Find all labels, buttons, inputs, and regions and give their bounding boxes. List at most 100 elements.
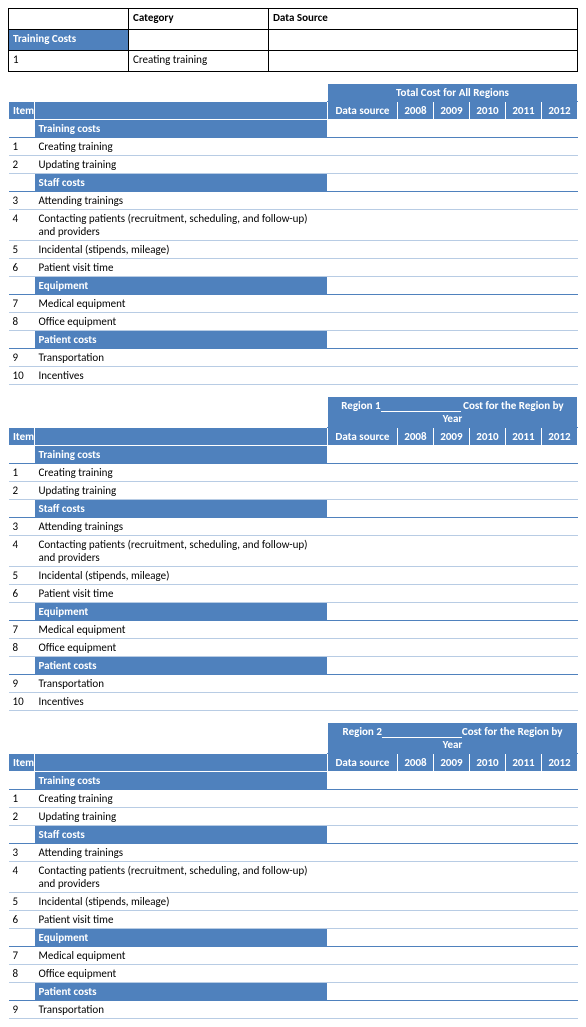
row-ds-cell — [327, 138, 397, 156]
data-row: 2 Updating training — [9, 808, 578, 826]
year-cell — [505, 1001, 541, 1019]
section-header-patient: Patient costs — [9, 657, 578, 675]
row-number: 5 — [9, 567, 35, 585]
row-desc: Incidental (stipends, mileage) — [35, 241, 328, 259]
year-cell — [505, 862, 541, 893]
data-row: 10 Incentives — [9, 367, 578, 385]
row-number: 3 — [9, 192, 35, 210]
year-cell — [433, 1001, 469, 1019]
row-desc: Attending trainings — [35, 192, 328, 210]
row-number: 4 — [9, 536, 35, 567]
col-year: 2010 — [469, 102, 505, 120]
def-row-cat: Creating training — [129, 51, 269, 72]
row-desc: Updating training — [35, 156, 328, 174]
row-number: 10 — [9, 367, 35, 385]
row-ds-cell — [327, 911, 397, 929]
year-cell — [433, 911, 469, 929]
row-number: 2 — [9, 156, 35, 174]
row-number: 9 — [9, 349, 35, 367]
year-cell — [541, 259, 577, 277]
year-cell — [397, 862, 433, 893]
row-ds-cell — [327, 192, 397, 210]
year-cell — [397, 567, 433, 585]
year-cell — [505, 156, 541, 174]
col-year: 2009 — [433, 102, 469, 120]
year-cell — [397, 639, 433, 657]
column-header-row: Item Data source 20082009201020112012 — [9, 102, 578, 120]
col-data-source: Data source — [327, 428, 397, 446]
year-cell — [469, 1001, 505, 1019]
col-year: 2012 — [541, 754, 577, 772]
year-cell — [541, 192, 577, 210]
year-cell — [541, 844, 577, 862]
row-number: 7 — [9, 295, 35, 313]
col-year: 2008 — [397, 754, 433, 772]
row-desc: Patient visit time — [35, 911, 328, 929]
year-cell — [433, 621, 469, 639]
year-cell — [433, 367, 469, 385]
data-row: 4 Contacting patients (recruitment, sche… — [9, 862, 578, 893]
block-super-header: Total Cost for All Regions — [9, 84, 578, 102]
data-row: 3 Attending trainings — [9, 518, 578, 536]
year-cell — [541, 893, 577, 911]
data-row: 4 Contacting patients (recruitment, sche… — [9, 536, 578, 567]
col-desc-blank — [35, 102, 328, 120]
year-cell — [505, 911, 541, 929]
col-year: 2010 — [469, 754, 505, 772]
data-row: 5 Incidental (stipends, mileage) — [9, 893, 578, 911]
row-ds-cell — [327, 693, 397, 711]
year-cell — [469, 790, 505, 808]
row-desc: Creating training — [35, 138, 328, 156]
year-cell — [505, 349, 541, 367]
year-cell — [433, 585, 469, 603]
year-cell — [505, 790, 541, 808]
row-desc: Office equipment — [35, 965, 328, 983]
year-cell — [541, 947, 577, 965]
year-cell — [505, 893, 541, 911]
year-cell — [541, 210, 577, 241]
row-desc: Attending trainings — [35, 844, 328, 862]
year-cell — [397, 518, 433, 536]
year-cell — [469, 567, 505, 585]
section-header-staff: Staff costs — [9, 826, 578, 844]
data-row: 2 Updating training — [9, 482, 578, 500]
row-ds-cell — [327, 295, 397, 313]
year-cell — [469, 192, 505, 210]
def-left-label: Training Costs — [9, 30, 129, 51]
year-cell — [505, 965, 541, 983]
year-cell — [433, 156, 469, 174]
year-cell — [505, 844, 541, 862]
row-number: 3 — [9, 844, 35, 862]
data-row: 9 Transportation — [9, 675, 578, 693]
row-number: 9 — [9, 675, 35, 693]
col-data-source: Data source — [327, 102, 397, 120]
data-row: 5 Incidental (stipends, mileage) — [9, 567, 578, 585]
row-desc: Transportation — [35, 349, 328, 367]
year-cell — [541, 536, 577, 567]
col-year: 2012 — [541, 428, 577, 446]
year-cell — [541, 911, 577, 929]
year-cell — [469, 482, 505, 500]
year-cell — [397, 675, 433, 693]
year-cell — [433, 210, 469, 241]
year-cell — [469, 947, 505, 965]
row-number: 8 — [9, 313, 35, 331]
col-year: 2010 — [469, 428, 505, 446]
year-cell — [541, 1001, 577, 1019]
year-cell — [505, 947, 541, 965]
row-desc: Contacting patients (recruitment, schedu… — [35, 536, 328, 567]
row-desc: Updating training — [35, 808, 328, 826]
year-cell — [433, 482, 469, 500]
year-cell — [433, 518, 469, 536]
data-row: 7 Medical equipment — [9, 621, 578, 639]
year-cell — [433, 947, 469, 965]
row-number: 8 — [9, 965, 35, 983]
year-cell — [433, 862, 469, 893]
year-cell — [505, 192, 541, 210]
year-cell — [505, 367, 541, 385]
year-cell — [433, 295, 469, 313]
row-number: 2 — [9, 808, 35, 826]
year-cell — [433, 844, 469, 862]
row-number: 8 — [9, 639, 35, 657]
year-cell — [541, 313, 577, 331]
